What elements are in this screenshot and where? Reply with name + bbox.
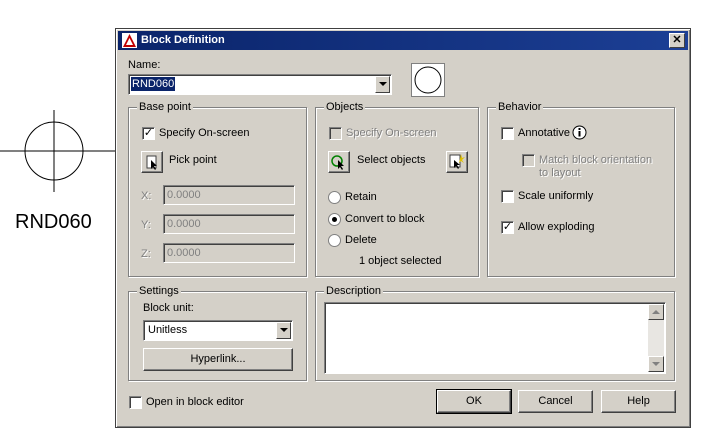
name-combobox[interactable]: RND060	[128, 74, 392, 95]
scale-uniformly-checkbox[interactable]	[501, 190, 514, 203]
scroll-up-button[interactable]	[648, 304, 664, 320]
cancel-label: Cancel	[538, 395, 573, 407]
close-icon: ✕	[672, 34, 682, 46]
z-field[interactable]: 0.0000	[163, 243, 295, 263]
base-point-group: Base point ✓ Specify On-screen Pick poin…	[128, 101, 307, 277]
objects-specify-on-screen-label: Specify On-screen	[346, 127, 437, 139]
ok-button[interactable]: OK	[436, 389, 512, 414]
x-field[interactable]: 0.0000	[163, 185, 295, 205]
open-in-block-editor-checkbox[interactable]	[129, 396, 142, 409]
base-specify-on-screen-checkbox[interactable]: ✓	[142, 127, 155, 140]
block-preview-drawing	[0, 110, 116, 192]
base-specify-on-screen-label: Specify On-screen	[159, 127, 250, 139]
block-name-label: RND060	[15, 211, 92, 233]
pick-point-icon	[146, 155, 157, 170]
base-point-title: Base point	[137, 101, 193, 113]
allow-exploding-label: Allow exploding	[518, 221, 595, 233]
objects-specify-on-screen-checkbox[interactable]	[329, 127, 342, 140]
select-objects-label[interactable]: Select objects	[357, 154, 425, 166]
convert-to-block-radio[interactable]	[328, 213, 341, 226]
hyperlink-button[interactable]: Hyperlink...	[143, 348, 293, 371]
help-label: Help	[627, 395, 650, 407]
z-label: Z:	[141, 248, 151, 260]
chevron-up-icon	[652, 310, 660, 314]
block-unit-select[interactable]: Unitless	[143, 320, 293, 341]
info-icon[interactable]	[572, 125, 587, 140]
title-bar[interactable]: Block Definition ✕	[118, 31, 688, 50]
block-preview-icon	[411, 63, 445, 97]
annotative-checkbox[interactable]	[501, 127, 514, 140]
name-label: Name:	[128, 59, 161, 71]
chevron-down-icon	[652, 362, 660, 366]
hyperlink-label: Hyperlink...	[190, 353, 246, 365]
settings-title: Settings	[137, 285, 181, 297]
description-title: Description	[324, 285, 384, 297]
chevron-down-icon[interactable]	[375, 76, 390, 93]
pick-point-button[interactable]	[141, 151, 163, 173]
convert-to-block-label[interactable]: Convert to block	[345, 213, 424, 225]
y-label: Y:	[141, 219, 151, 231]
cancel-button[interactable]: Cancel	[518, 390, 593, 413]
delete-radio[interactable]	[328, 234, 341, 247]
selection-status: 1 object selected	[359, 255, 442, 267]
objects-title: Objects	[324, 101, 366, 113]
open-in-block-editor-label: Open in block editor	[146, 396, 244, 408]
retain-radio[interactable]	[328, 191, 341, 204]
y-field[interactable]: 0.0000	[163, 214, 295, 234]
objects-group: Objects Specify On-screen Select objects…	[315, 101, 479, 277]
description-scrollbar[interactable]	[648, 304, 664, 372]
description-group: Description	[315, 285, 675, 381]
settings-group: Settings Block unit: Unitless Hyperlink.…	[128, 285, 307, 381]
match-orientation-checkbox[interactable]	[522, 154, 535, 167]
behavior-group: Behavior Annotative Match block orientat…	[487, 101, 675, 277]
description-textarea[interactable]	[324, 302, 666, 374]
scale-uniformly-label: Scale uniformly	[518, 190, 594, 202]
x-label: X:	[141, 190, 152, 202]
behavior-title: Behavior	[496, 101, 544, 113]
retain-label[interactable]: Retain	[345, 191, 377, 203]
quick-select-icon	[449, 154, 465, 169]
block-unit-value: Unitless	[148, 324, 188, 336]
match-orientation-label-line2: to layout	[539, 167, 581, 179]
match-orientation-label-line1: Match block orientation	[539, 154, 653, 166]
select-objects-button[interactable]	[328, 151, 350, 173]
quick-select-button[interactable]	[446, 151, 468, 173]
allow-exploding-checkbox[interactable]: ✓	[501, 221, 514, 234]
dialog-title: Block Definition	[141, 34, 225, 46]
ok-label: OK	[466, 395, 482, 407]
delete-label[interactable]: Delete	[345, 234, 377, 246]
help-button[interactable]: Help	[601, 390, 676, 413]
annotative-label: Annotative	[518, 127, 570, 139]
block-unit-label: Block unit:	[143, 302, 194, 314]
select-objects-icon	[331, 155, 344, 170]
autocad-app-icon	[122, 33, 137, 48]
pick-point-label[interactable]: Pick point	[169, 154, 217, 166]
name-value[interactable]: RND060	[131, 77, 176, 91]
block-definition-dialog: Block Definition ✕ Name: RND060 Base poi…	[115, 28, 691, 428]
scroll-down-button[interactable]	[648, 356, 664, 372]
chevron-down-icon[interactable]	[276, 322, 291, 339]
close-button[interactable]: ✕	[669, 33, 685, 48]
